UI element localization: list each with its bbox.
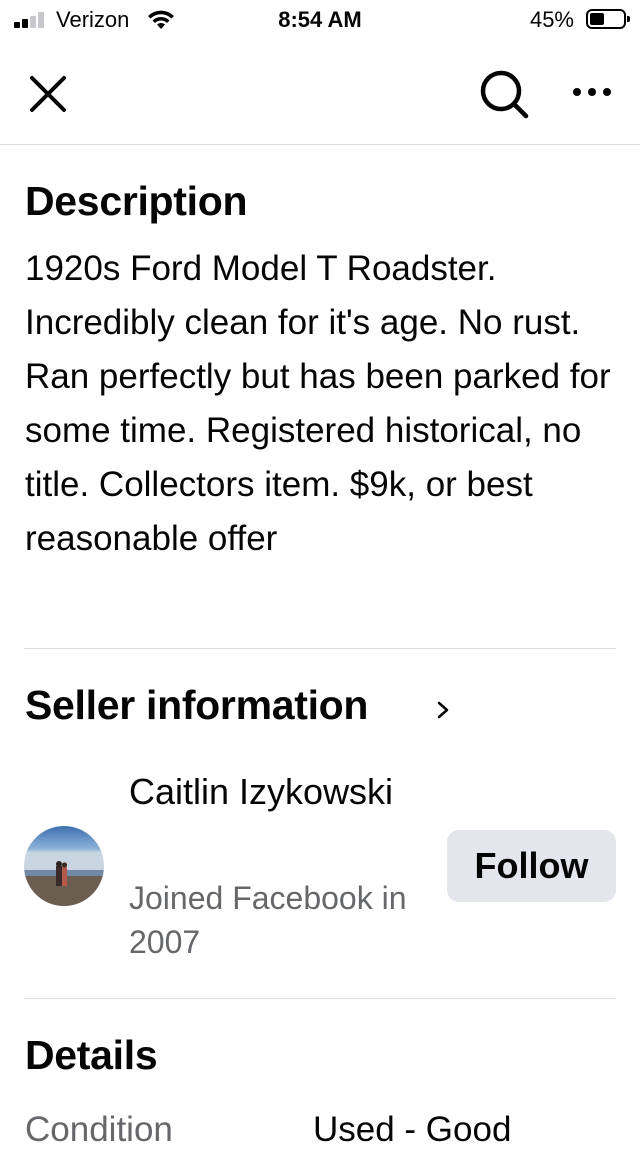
battery-icon — [586, 9, 630, 29]
close-icon[interactable] — [28, 74, 68, 114]
divider — [24, 998, 616, 999]
top-navigation-bar — [0, 40, 640, 145]
battery-percentage: 45% — [529, 7, 574, 32]
search-icon[interactable] — [478, 68, 530, 120]
seller-avatar[interactable] — [24, 826, 104, 906]
follow-button[interactable]: Follow — [447, 830, 616, 902]
description-heading: Description — [25, 178, 248, 224]
detail-value-condition: Used - Good — [313, 1110, 512, 1149]
divider — [24, 648, 616, 649]
seller-information-heading[interactable]: Seller information — [25, 682, 368, 729]
battery-level-fill — [590, 13, 604, 25]
details-heading: Details — [25, 1032, 158, 1078]
seller-name[interactable]: Caitlin Izykowski — [129, 764, 429, 820]
detail-label-condition: Condition — [25, 1110, 173, 1149]
description-text: 1920s Ford Model T Roadster. Incredibly … — [25, 249, 611, 558]
more-options-icon[interactable] — [570, 80, 614, 104]
status-bar: Verizon 8:54 AM 45% — [0, 0, 640, 40]
seller-joined-date: Joined Facebook in 2007 — [129, 880, 407, 960]
seller-avatar-photo — [24, 826, 104, 906]
chevron-right-icon[interactable] — [432, 694, 456, 726]
